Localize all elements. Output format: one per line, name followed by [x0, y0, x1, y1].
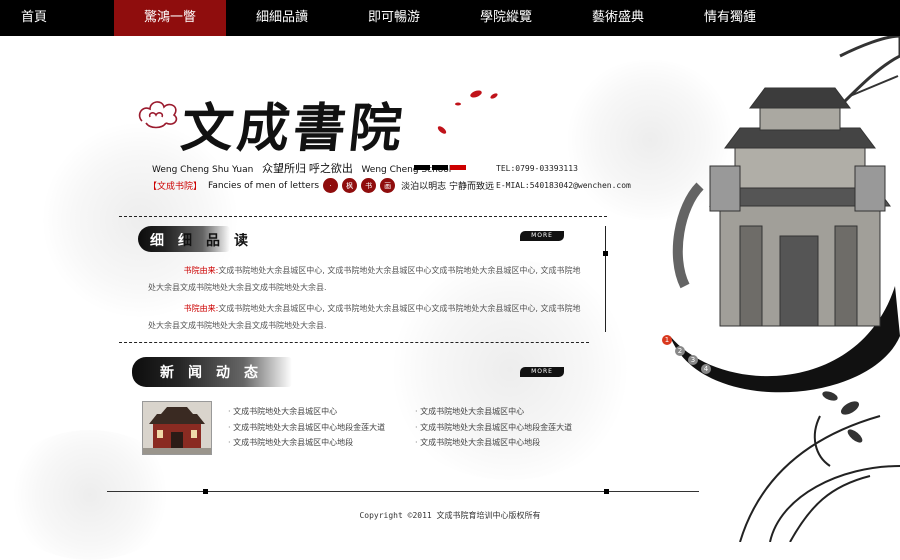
section-divider — [119, 216, 607, 217]
section-title-read-text: 细细品读 — [150, 233, 262, 249]
read-paragraph-2: 书院由来:文成书院地处大余县城区中心, 文成书院地处大余县城区中心文成书院地处大… — [148, 300, 588, 334]
nav-item-glimpse[interactable]: 驚鴻一瞥 — [114, 0, 226, 36]
slide-dot-3[interactable]: 3 — [688, 355, 698, 365]
bar — [414, 165, 430, 170]
read-more-button[interactable]: MORE — [520, 231, 564, 241]
divider-dot — [603, 251, 608, 256]
news-item[interactable]: 文成书院地处大余县城区中心地段金莲大道 — [415, 420, 572, 436]
section-vline — [605, 226, 606, 332]
petals-icon — [437, 90, 498, 134]
nav-item-home[interactable]: 首頁 — [0, 0, 114, 36]
footer-dot — [203, 489, 208, 494]
logo-motto: 淡泊以明志 宁静而致远 — [401, 182, 494, 192]
slide-dot-1[interactable]: 1 — [662, 335, 672, 345]
news-more-button[interactable]: MORE — [520, 367, 564, 377]
seal-feng: 枫 — [342, 178, 358, 193]
news-list-col2: 文成书院地处大余县城区中心 文成书院地处大余县城区中心地段金莲大道 文成书院地处… — [415, 404, 572, 451]
paragraph-label: 书院由来: — [183, 304, 219, 313]
logo-pinyin: Weng Cheng Shu Yuan — [152, 165, 254, 175]
site-logo-title[interactable]: 文成書院 — [178, 86, 410, 161]
paragraph-label: 书院由来: — [183, 266, 219, 275]
bar — [432, 165, 448, 170]
nav-item-favorite[interactable]: 情有獨鍾 — [674, 0, 786, 36]
logo-subtitle: Weng Cheng Shu Yuan 众望所归 呼之欲出 Weng Cheng… — [152, 160, 451, 176]
seal-shu: 书 — [361, 178, 377, 193]
logo-slogan-en: Fancies of men of letters — [208, 180, 320, 191]
news-item[interactable]: 文成书院地处大余县城区中心地段 — [228, 435, 385, 451]
news-item[interactable]: 文成书院地处大余县城区中心地段金莲大道 — [228, 420, 385, 436]
news-list-col1: 文成书院地处大余县城区中心 文成书院地处大余县城区中心地段金莲大道 文成书院地处… — [228, 404, 385, 451]
news-thumbnail[interactable] — [142, 401, 212, 455]
logo-slogan-row: 【文成书院】 Fancies of men of letters · 枫 书 画… — [148, 178, 494, 193]
nav-item-art[interactable]: 藝術盛典 — [562, 0, 674, 36]
news-item[interactable]: 文成书院地处大余县城区中心 — [415, 404, 572, 420]
copyright-text: Copyright ©2011 文成书院育培训中心版权所有 — [359, 511, 541, 520]
section-divider — [119, 342, 589, 343]
seal-hua: 画 — [380, 178, 396, 193]
slide-dot-4[interactable]: 4 — [701, 364, 711, 374]
nav-item-read[interactable]: 細細品讀 — [226, 0, 338, 36]
color-bars — [414, 165, 466, 170]
nav-item-overview[interactable]: 學院縱覽 — [450, 0, 562, 36]
top-nav: 首頁 驚鴻一瞥 細細品讀 即可暢游 學院縱覽 藝術盛典 情有獨鍾 — [0, 0, 900, 36]
logo-tag: 【文成书院】 — [148, 182, 203, 192]
slide-dot-2[interactable]: 2 — [675, 346, 685, 356]
nav-item-roam[interactable]: 即可暢游 — [338, 0, 450, 36]
logo-phrase-b: 呼之欲出 — [308, 162, 353, 175]
news-item[interactable]: 文成书院地处大余县城区中心 — [228, 404, 385, 420]
section-title-read: 细细品读 — [150, 230, 262, 250]
contact-email[interactable]: E-MIAL:540183042@wenchen.com — [496, 181, 631, 190]
section-title-news: 新闻动态 — [160, 365, 272, 381]
footer-dot — [604, 489, 609, 494]
contact-tel: TEL:0799-03393113 — [496, 164, 578, 173]
read-paragraph-1: 书院由来:文成书院地处大余县城区中心, 文成书院地处大余县城区中心文成书院地处大… — [148, 262, 588, 296]
temple-thumbnail-icon — [143, 402, 211, 454]
bar-red — [450, 165, 466, 170]
footer-divider — [107, 491, 699, 492]
logo-phrase-a: 众望所归 — [261, 162, 306, 175]
cloud-ornament-icon — [138, 101, 178, 129]
news-item[interactable]: 文成书院地处大余县城区中心地段 — [415, 435, 572, 451]
seal-dot: · — [323, 178, 339, 193]
archway-illustration — [670, 36, 900, 542]
